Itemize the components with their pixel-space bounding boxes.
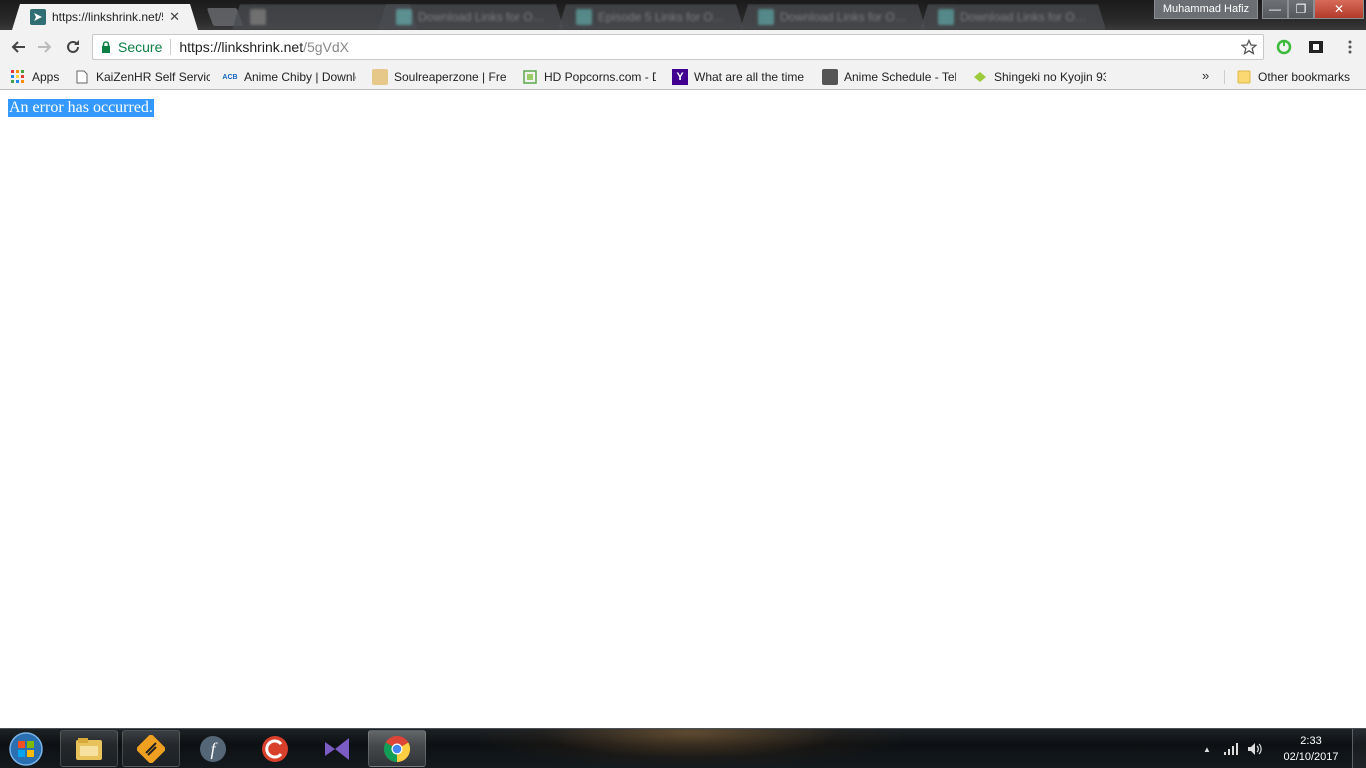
bookmark-anime-schedule[interactable]: Anime Schedule - Tel (822, 67, 956, 87)
extension-green-icon[interactable] (1276, 39, 1292, 55)
omnibox-divider (170, 39, 172, 55)
taskbar-visual-studio[interactable] (308, 730, 366, 767)
close-window-button[interactable]: ✕ (1314, 0, 1364, 19)
tab-download-links-3[interactable]: Download Links for O… (920, 4, 1106, 30)
bookmark-other[interactable]: Other bookmarks (1236, 67, 1350, 87)
chrome-icon (383, 735, 411, 762)
bookmark-soulreaperzone[interactable]: Soulreaperzone | Free (372, 67, 506, 87)
tray-show-hidden-icon[interactable]: ▲ (1200, 739, 1214, 759)
profile-button[interactable]: Muhammad Hafiz (1154, 0, 1258, 19)
visual-studio-icon (325, 737, 349, 760)
start-button[interactable] (6, 731, 46, 767)
page-favicon-icon (576, 9, 592, 25)
back-button[interactable] (5, 34, 31, 60)
tab-title: Download Links for O… (780, 10, 907, 24)
winamp-icon (137, 734, 165, 763)
clock-date: 02/10/2017 (1283, 751, 1339, 763)
bookmark-shingeki[interactable]: Shingeki no Kyojin 93 (972, 67, 1106, 87)
lock-icon (101, 41, 111, 53)
page-content: An error has occurred. (0, 90, 1366, 728)
tab-title: https://linkshrink.net/5g\ (52, 10, 162, 24)
forward-arrow-icon (38, 41, 52, 53)
tab-download-links-1[interactable]: Download Links for O… (378, 4, 564, 30)
bookmark-anime-chiby[interactable]: ACB Anime Chiby | Downlo (222, 67, 356, 87)
linkshrink-favicon-icon (30, 9, 46, 25)
flash-icon: f (200, 735, 226, 762)
bookmark-kaizenhr[interactable]: KaiZenHR Self Service (74, 67, 210, 87)
film-icon (522, 69, 538, 85)
soulreaper-icon (372, 69, 388, 85)
url-path: /5gVdX (303, 39, 350, 55)
ccleaner-icon (262, 735, 288, 762)
tab-linkshrink[interactable]: https://linkshrink.net/5g\ ✕ (12, 4, 198, 30)
url-host: https://linkshrink.net (179, 39, 304, 55)
bookmarks-overflow-chevron-icon[interactable]: » (1202, 68, 1209, 83)
page-favicon-icon (938, 9, 954, 25)
yahoo-icon: Y (672, 69, 688, 85)
taskbar: f ▲ 2:33 02/10/2017 (0, 728, 1366, 768)
minimize-button[interactable]: — (1262, 0, 1288, 19)
bookmark-label: Other bookmarks (1258, 70, 1351, 84)
secure-label: Secure (118, 39, 163, 55)
folder-icon (1236, 69, 1252, 85)
taskbar-flash[interactable]: f (184, 730, 242, 767)
taskbar-wallpaper (480, 729, 900, 768)
address-bar[interactable]: Secure https://linkshrink.net/5gVdX (92, 34, 1264, 60)
extension-dark-icon[interactable] (1308, 39, 1324, 55)
bookmark-label: Anime Chiby | Downlo (244, 70, 356, 84)
clock-time: 2:33 (1300, 735, 1322, 747)
bookmark-label: What are all the time (694, 70, 805, 84)
show-desktop-button[interactable] (1352, 729, 1366, 768)
taskbar-file-explorer[interactable] (60, 730, 118, 767)
apps-grid-icon (10, 69, 26, 85)
taskbar-chrome[interactable] (368, 730, 426, 767)
bookmark-label: HD Popcorns.com - D (544, 70, 656, 84)
maximize-button[interactable]: ❐ (1288, 0, 1314, 19)
tab-close-icon[interactable]: ✕ (169, 9, 180, 25)
schedule-icon (822, 69, 838, 85)
tab-episode-links[interactable]: Episode 5 Links for O… (558, 4, 744, 30)
tab-title: Episode 5 Links for O… (598, 10, 725, 24)
bookmarks-bar: Apps KaiZenHR Self Service ACB Anime Chi… (0, 64, 1366, 90)
error-message: An error has occurred. (8, 99, 154, 117)
title-bar: https://linkshrink.net/5g\ ✕ Download Li… (0, 0, 1366, 30)
reload-icon (67, 40, 79, 53)
back-arrow-icon (11, 41, 25, 53)
bookmark-label: KaiZenHR Self Service (96, 70, 210, 84)
forward-button[interactable] (32, 34, 58, 60)
acb-icon: ACB (222, 73, 238, 81)
taskbar-ccleaner[interactable] (246, 730, 304, 767)
network-signal-icon[interactable] (1222, 739, 1240, 759)
bookmark-apps[interactable]: Apps (10, 67, 59, 87)
bookmark-yahoo-answers[interactable]: Y What are all the time (672, 67, 804, 87)
menu-kebab-icon[interactable] (1342, 39, 1358, 55)
folder-icon (76, 737, 102, 760)
tab-title: Download Links for O… (418, 10, 545, 24)
bookmark-hd-popcorns[interactable]: HD Popcorns.com - D (522, 67, 656, 87)
bookmark-label: Apps (32, 70, 60, 84)
browser-toolbar: Secure https://linkshrink.net/5gVdX (0, 30, 1366, 64)
bookmark-label: Shingeki no Kyojin 93 (994, 70, 1106, 84)
volume-icon[interactable] (1246, 739, 1264, 759)
bookmarks-divider (1224, 70, 1225, 84)
tab-title: Download Links for O… (960, 10, 1087, 24)
page-favicon-icon (758, 9, 774, 25)
system-clock[interactable]: 2:33 02/10/2017 (1276, 733, 1346, 765)
page-favicon-icon (396, 9, 412, 25)
bookmark-label: Soulreaperzone | Free (394, 70, 506, 84)
page-icon (74, 69, 90, 85)
taskbar-winamp[interactable] (122, 730, 180, 767)
tab-download-links-2[interactable]: Download Links for O… (740, 4, 926, 30)
page-favicon-icon (250, 9, 266, 25)
reload-button[interactable] (60, 34, 86, 60)
shingeki-icon (972, 69, 988, 85)
windows-logo-icon (9, 732, 43, 766)
bookmark-star-icon[interactable] (1239, 37, 1259, 57)
bookmark-label: Anime Schedule - Tel (844, 70, 956, 84)
